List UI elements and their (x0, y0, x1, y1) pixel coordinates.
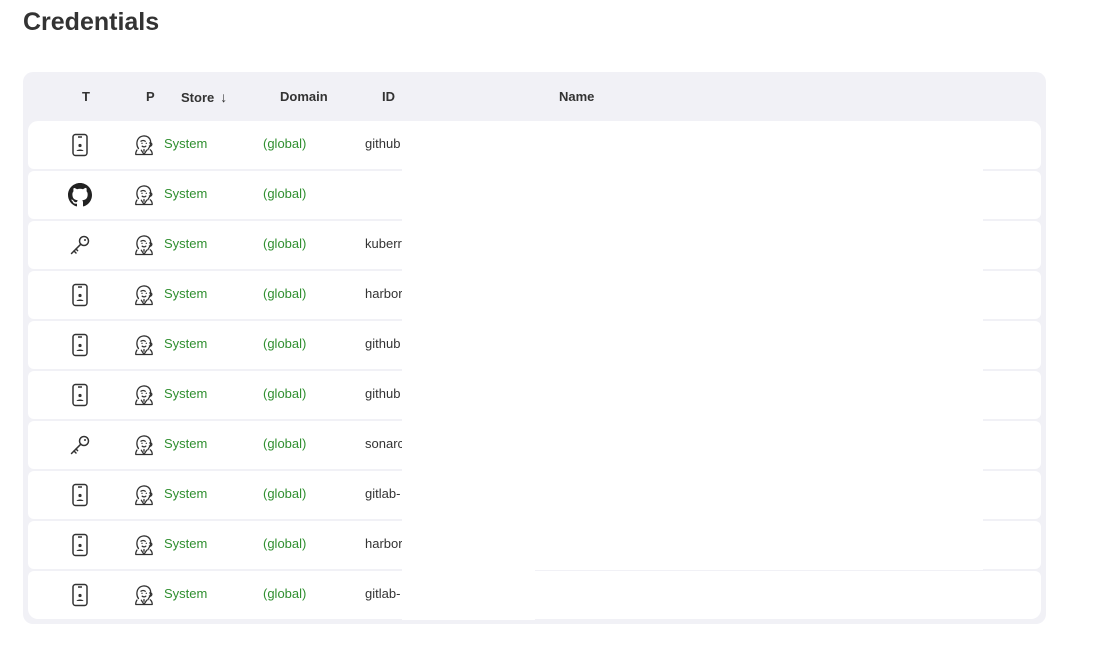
credential-id-link[interactable]: gitlab- (365, 586, 402, 601)
mobile-icon (68, 483, 92, 507)
credential-id-link[interactable]: harbor (365, 286, 402, 301)
jenkins-icon (132, 483, 156, 507)
credential-id-link[interactable]: github (365, 336, 402, 351)
table-header: T P Store ↓ Domain ID Name (23, 72, 1046, 121)
store-link[interactable]: System (164, 386, 207, 401)
store-link[interactable]: System (164, 336, 207, 351)
store-link[interactable]: System (164, 186, 207, 201)
mobile-icon (68, 533, 92, 557)
domain-link[interactable]: (global) (263, 286, 306, 301)
redaction-mask (358, 171, 408, 218)
jenkins-icon (132, 133, 156, 157)
domain-link[interactable]: (global) (263, 436, 306, 451)
domain-link[interactable]: (global) (263, 486, 306, 501)
domain-link[interactable]: (global) (263, 536, 306, 551)
mobile-icon (68, 133, 92, 157)
mobile-icon (68, 333, 92, 357)
jenkins-icon (132, 233, 156, 257)
credential-id-link[interactable]: gitlab- (365, 486, 402, 501)
domain-link[interactable]: (global) (263, 386, 306, 401)
credential-id-link[interactable]: sonarc (365, 436, 402, 451)
credential-id-link[interactable]: github (365, 136, 402, 151)
domain-link[interactable]: (global) (263, 336, 306, 351)
store-link[interactable]: System (164, 436, 207, 451)
redaction-mask (535, 121, 983, 570)
redaction-mask (402, 121, 535, 620)
sort-arrow-icon: ↓ (220, 89, 228, 105)
key-icon (68, 433, 92, 457)
credential-id-link[interactable]: harbor (365, 536, 402, 551)
column-header-type: T (82, 89, 90, 104)
store-link[interactable]: System (164, 486, 207, 501)
domain-link[interactable]: (global) (263, 136, 306, 151)
column-header-name[interactable]: Name (559, 89, 594, 104)
jenkins-icon (132, 283, 156, 307)
column-header-id[interactable]: ID (382, 89, 395, 104)
jenkins-icon (132, 383, 156, 407)
page-title: Credentials (23, 8, 160, 36)
mobile-icon (68, 383, 92, 407)
store-link[interactable]: System (164, 136, 207, 151)
column-header-provider: P (146, 89, 155, 104)
github-icon (68, 183, 92, 207)
jenkins-icon (132, 583, 156, 607)
store-link[interactable]: System (164, 586, 207, 601)
domain-link[interactable]: (global) (263, 586, 306, 601)
column-header-store[interactable]: Store ↓ (181, 89, 227, 105)
credential-id-link[interactable]: kuberr (365, 236, 402, 251)
store-link[interactable]: System (164, 286, 207, 301)
jenkins-icon (132, 433, 156, 457)
column-header-store-label: Store (181, 90, 215, 105)
domain-link[interactable]: (global) (263, 186, 306, 201)
jenkins-icon (132, 533, 156, 557)
jenkins-icon (132, 333, 156, 357)
domain-link[interactable]: (global) (263, 236, 306, 251)
mobile-icon (68, 583, 92, 607)
key-icon (68, 233, 92, 257)
jenkins-icon (132, 183, 156, 207)
column-header-domain[interactable]: Domain (280, 89, 328, 104)
store-link[interactable]: System (164, 536, 207, 551)
credential-id-link[interactable]: github (365, 386, 402, 401)
mobile-icon (68, 283, 92, 307)
store-link[interactable]: System (164, 236, 207, 251)
